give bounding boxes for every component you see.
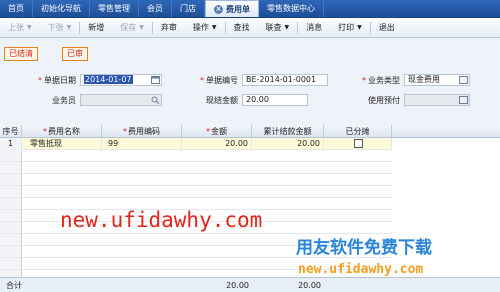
link-query-label: 联查 bbox=[265, 23, 282, 32]
tab-label: 首页 bbox=[8, 4, 24, 13]
watermark-url-small: new.ufidawhy.com bbox=[298, 262, 424, 277]
prev-button[interactable]: 上张 ▼ bbox=[0, 22, 40, 33]
operate-button[interactable]: 操作 ▼ bbox=[185, 22, 225, 33]
biz-type-label: * 业务类型 bbox=[362, 76, 400, 85]
tab-label: 初始化导航 bbox=[41, 4, 81, 13]
tab-label: 零售数据中心 bbox=[267, 4, 315, 13]
total-settled: 20.00 bbox=[298, 281, 321, 290]
caret-down-icon: ▼ bbox=[211, 24, 217, 31]
cell-settled-amount: 20.00 bbox=[252, 138, 324, 150]
prepay-field[interactable] bbox=[404, 94, 470, 106]
header-fee-code[interactable]: *费用编码 bbox=[102, 125, 182, 138]
abandon-audit-button[interactable]: 弃审 bbox=[153, 22, 185, 33]
caret-down-icon: ▼ bbox=[139, 24, 144, 31]
header-amount[interactable]: *金额 bbox=[182, 125, 252, 138]
search-button[interactable]: 查找 bbox=[226, 22, 258, 33]
doc-date-value: 2014-01-07 bbox=[84, 75, 133, 84]
biz-type-select[interactable]: 现金费用 bbox=[404, 74, 470, 86]
tab-member[interactable]: 会员 bbox=[139, 0, 172, 17]
table-row[interactable] bbox=[0, 162, 392, 174]
bill-header-form: 已结清 已审 * 单据日期 2014-01-07 * 单据编号 BE-2014-01… bbox=[0, 38, 500, 125]
tab-label: 会员 bbox=[147, 4, 163, 13]
tab-home[interactable]: 首页 bbox=[0, 0, 33, 17]
header-settled-amount[interactable]: 累计结款金额 bbox=[252, 125, 324, 138]
totals-row: 合计 20.00 20.00 bbox=[0, 277, 500, 292]
tab-label: 门店 bbox=[180, 4, 196, 13]
tab-label: 零售管理 bbox=[98, 4, 130, 13]
cell-seq: 1 bbox=[0, 138, 22, 150]
print-label: 打印 bbox=[338, 23, 355, 32]
caret-down-icon: ▼ bbox=[284, 24, 290, 31]
prev-label: 上张 bbox=[8, 23, 24, 32]
exit-label: 退出 bbox=[378, 23, 395, 32]
header-allocated[interactable]: 已分摊 bbox=[324, 125, 392, 138]
cash-amount-value: 20.00 bbox=[246, 95, 269, 104]
cash-amount-field[interactable]: 20.00 bbox=[242, 94, 308, 106]
doc-date-label: * 单据日期 bbox=[38, 76, 76, 85]
doc-date-field[interactable]: 2014-01-07 bbox=[80, 74, 162, 86]
header-seq: 序号 bbox=[0, 125, 22, 138]
next-button[interactable]: 下张 ▼ bbox=[40, 22, 80, 33]
cell-allocated[interactable] bbox=[324, 138, 392, 150]
dropdown-icon[interactable] bbox=[459, 96, 468, 104]
settled-badge: 已结清 bbox=[4, 47, 38, 61]
table-row[interactable] bbox=[0, 150, 392, 162]
tab-retail-data-center[interactable]: 零售数据中心 bbox=[259, 0, 324, 17]
biz-type-value: 现金费用 bbox=[408, 75, 440, 84]
total-amount: 20.00 bbox=[226, 281, 249, 290]
total-label: 合计 bbox=[6, 281, 22, 290]
search-label: 查找 bbox=[233, 23, 250, 32]
module-tabs: 首页 初始化导航 零售管理 会员 门店 × 费用单 零售数据中心 bbox=[0, 0, 500, 18]
exit-button[interactable]: 退出 bbox=[371, 22, 403, 33]
dropdown-icon[interactable] bbox=[459, 76, 468, 84]
cell-fee-name[interactable]: 零售抵现 bbox=[22, 138, 102, 150]
table-row[interactable] bbox=[0, 174, 392, 186]
tab-init-nav[interactable]: 初始化导航 bbox=[33, 0, 90, 17]
operate-label: 操作 bbox=[192, 23, 209, 32]
cell-fee-code[interactable]: 99 bbox=[102, 138, 182, 150]
caret-down-icon: ▼ bbox=[27, 24, 32, 31]
grid-header: 序号 *费用名称 *费用编码 *金额 累计结款金额 已分摊 bbox=[0, 125, 500, 138]
add-label: 新增 bbox=[88, 23, 105, 32]
cell-amount[interactable]: 20.00 bbox=[182, 138, 252, 150]
save-label: 保存 bbox=[120, 23, 137, 32]
clerk-field[interactable] bbox=[80, 94, 162, 106]
next-label: 下张 bbox=[47, 23, 64, 32]
tab-store[interactable]: 门店 bbox=[172, 0, 205, 17]
clerk-label: 业务员 bbox=[52, 96, 76, 105]
save-button[interactable]: 保存 ▼ bbox=[112, 22, 152, 33]
tab-expense-bill[interactable]: × 费用单 bbox=[205, 0, 259, 17]
table-row[interactable] bbox=[0, 186, 392, 198]
message-label: 消息 bbox=[306, 23, 323, 32]
doc-no-value: BE-2014-01-0001 bbox=[246, 75, 317, 84]
doc-no-field[interactable]: BE-2014-01-0001 bbox=[242, 74, 328, 86]
magnifier-icon[interactable] bbox=[151, 96, 160, 104]
watermark-url: new.ufidawhy.com bbox=[60, 208, 263, 232]
cash-amount-label: 现结金额 bbox=[206, 96, 238, 105]
caret-down-icon: ▼ bbox=[66, 24, 72, 31]
link-query-button[interactable]: 联查 ▼ bbox=[258, 22, 298, 33]
table-row[interactable]: 1 零售抵现 99 20.00 20.00 bbox=[0, 138, 392, 150]
calendar-icon[interactable] bbox=[151, 76, 160, 84]
tab-label: 费用单 bbox=[226, 4, 250, 14]
print-button[interactable]: 打印 ▼ bbox=[330, 22, 370, 33]
toolbar: 上张 ▼ 下张 ▼ 新增 保存 ▼ 弃审 操作 ▼ 查找 联查 ▼ 消息 打印 ▼ 退出 bbox=[0, 18, 500, 38]
message-button[interactable]: 消息 bbox=[298, 22, 330, 33]
header-fee-name[interactable]: *费用名称 bbox=[22, 125, 102, 138]
allocated-checkbox[interactable] bbox=[354, 139, 363, 148]
abandon-label: 弃审 bbox=[160, 23, 177, 32]
prepay-label: 使用预付 bbox=[368, 96, 400, 105]
tab-retail-mgmt[interactable]: 零售管理 bbox=[90, 0, 139, 17]
caret-down-icon: ▼ bbox=[357, 24, 362, 31]
close-icon[interactable]: × bbox=[214, 4, 223, 14]
add-button[interactable]: 新增 bbox=[80, 22, 112, 33]
audited-badge: 已审 bbox=[62, 47, 88, 61]
watermark-brand: 用友软件免费下载 bbox=[296, 238, 432, 258]
doc-no-label: * 单据编号 bbox=[200, 76, 238, 85]
